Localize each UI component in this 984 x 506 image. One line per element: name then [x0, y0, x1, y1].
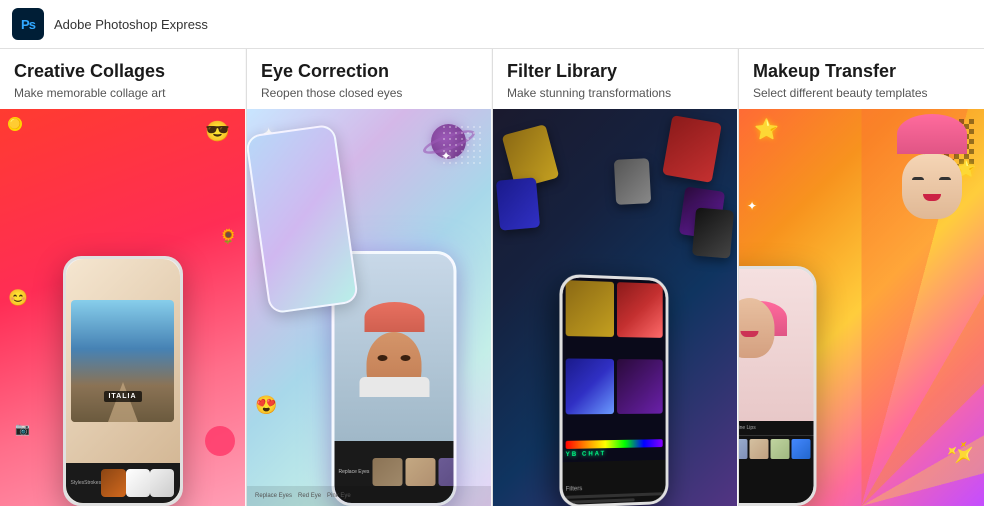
filter-bar-1 [566, 492, 663, 499]
phone-mockup-4: Lips Refine Lips [739, 266, 817, 506]
feature-title-4: Makeup Transfer [753, 61, 970, 83]
star-1: ⭐ [754, 117, 779, 142]
yb-chat-label: YB CHAT [566, 450, 663, 458]
feature-title-3: Filter Library [507, 61, 723, 83]
panel-eye-correction: Eye Correction Reopen those closed eyes … [246, 49, 492, 506]
panel-makeup-transfer: Makeup Transfer Select different beauty … [738, 49, 984, 506]
tab-red-eye[interactable]: Red Eye [298, 493, 321, 499]
person-hoodie-2 [359, 377, 429, 397]
feature-title-1: Creative Collages [14, 61, 231, 83]
emoji-sunflower: 🌻 [220, 228, 237, 245]
feature-header-2: Eye Correction Reopen those closed eyes [247, 49, 491, 109]
stroke-label: Strokes [84, 480, 101, 486]
filter-bottom-tools: Filters [563, 460, 666, 506]
color-bars-area: YB CHAT [563, 435, 666, 462]
star-3: ✦ [747, 199, 757, 213]
makeup-thumb-3[interactable] [750, 439, 769, 459]
phone-mockup-1: ITALIA Styles Strokes [63, 256, 183, 506]
collage-toolbar: Styles Strokes [66, 463, 180, 503]
feature-subtitle-1: Make memorable collage art [14, 86, 231, 102]
feature-title-2: Eye Correction [261, 61, 477, 83]
phone-screen-4: Lips Refine Lips [739, 269, 814, 503]
makeup-tabs-bar: Lips Refine Lips [739, 421, 814, 436]
refine-lips-tab[interactable]: Refine Lips [739, 424, 759, 433]
grid-pattern [441, 124, 481, 164]
panel-filter-library: Filter Library Make stunning transformat… [492, 49, 738, 506]
feature-subtitle-3: Make stunning transformations [507, 86, 723, 102]
features-grid: Creative Collages Make memorable collage… [0, 49, 984, 506]
eye-thumb-c[interactable] [438, 458, 453, 486]
app-title: Adobe Photoshop Express [54, 17, 208, 32]
feature-header-1: Creative Collages Make memorable collage… [0, 49, 245, 109]
filter-thumb-4[interactable] [616, 359, 662, 414]
feature-image-1: 🟡 😎 😊 🌻 📷 ITALIA [0, 109, 245, 506]
feature-subtitle-4: Select different beauty templates [753, 86, 970, 102]
feature-subtitle-2: Reopen those closed eyes [261, 86, 477, 102]
phone-floating-inner [247, 126, 357, 312]
replace-eyes-text: Replace Eyes [339, 469, 370, 475]
pink-hair-outside [897, 114, 967, 154]
person-makeup [739, 298, 794, 393]
thumb-1[interactable] [101, 469, 125, 497]
panel-creative-collages: Creative Collages Make memorable collage… [0, 49, 246, 506]
collage-main-1: ITALIA [66, 259, 180, 463]
makeup-thumb-2[interactable] [739, 439, 748, 459]
feature-header-3: Filter Library Make stunning transformat… [493, 49, 737, 109]
person-hair-2 [364, 302, 424, 332]
face-outside [894, 114, 969, 214]
filter-grid-screen [563, 277, 666, 437]
tab-pink-eye[interactable]: Pink Eye [327, 493, 351, 499]
face-outside-skin [902, 154, 962, 219]
filter-thumb-2[interactable] [616, 282, 662, 338]
emoji-camera: 📷 [15, 422, 30, 436]
flying-card-5 [614, 158, 651, 205]
feature-image-2: ✦ ✦ ✦ ✦ [247, 109, 491, 506]
flying-card-6 [692, 208, 734, 259]
emoji-smiley-1: 😊 [8, 288, 28, 308]
thumb-3[interactable] [150, 469, 174, 497]
style-label: Styles [71, 480, 85, 486]
phone-screen-3: YB CHAT Filters [563, 277, 666, 505]
phone-mockup-3: YB CHAT Filters [559, 274, 668, 506]
filter-thumb-3[interactable] [566, 358, 614, 414]
color-bar-1 [566, 439, 663, 449]
filter-thumb-1[interactable] [566, 280, 614, 337]
top-bar: Ps Adobe Photoshop Express [0, 0, 984, 49]
thumb-2[interactable] [126, 469, 150, 497]
eye-tab-bar: Replace Eyes Red Eye Pink Eye [247, 486, 491, 506]
feature-image-3: YB CHAT Filters [493, 109, 737, 506]
person-container [357, 297, 432, 397]
makeup-bottom-bar: Lips Refine Lips [739, 421, 814, 503]
ps-icon[interactable]: Ps [12, 8, 44, 40]
eye-thumb-b[interactable] [405, 458, 435, 486]
filter-label-text: Filters [566, 483, 663, 492]
emoji-sunglasses-1: 😎 [205, 119, 230, 144]
filter-bar-2 [566, 498, 635, 504]
eye-thumb-a[interactable] [372, 458, 402, 486]
emoji-circle [205, 426, 235, 456]
makeup-thumbs-row [739, 436, 814, 503]
feature-image-4: ⭐ ⭐ ✦ [739, 109, 984, 506]
flying-card-3 [496, 178, 540, 231]
tab-replace-eyes[interactable]: Replace Eyes [255, 493, 292, 499]
yellow-dot-1: 🟡 [8, 117, 22, 131]
italia-label: ITALIA [103, 391, 141, 402]
makeup-thumb-5[interactable] [792, 439, 811, 459]
phone-floating [247, 124, 359, 315]
flying-card-2 [662, 115, 722, 183]
feature-header-4: Makeup Transfer Select different beauty … [739, 49, 984, 109]
phone-screen-1: ITALIA Styles Strokes [66, 259, 180, 503]
makeup-thumb-4[interactable] [771, 439, 790, 459]
makeup-face-area [739, 269, 814, 421]
panel2-emoji: 😍 [255, 395, 277, 416]
